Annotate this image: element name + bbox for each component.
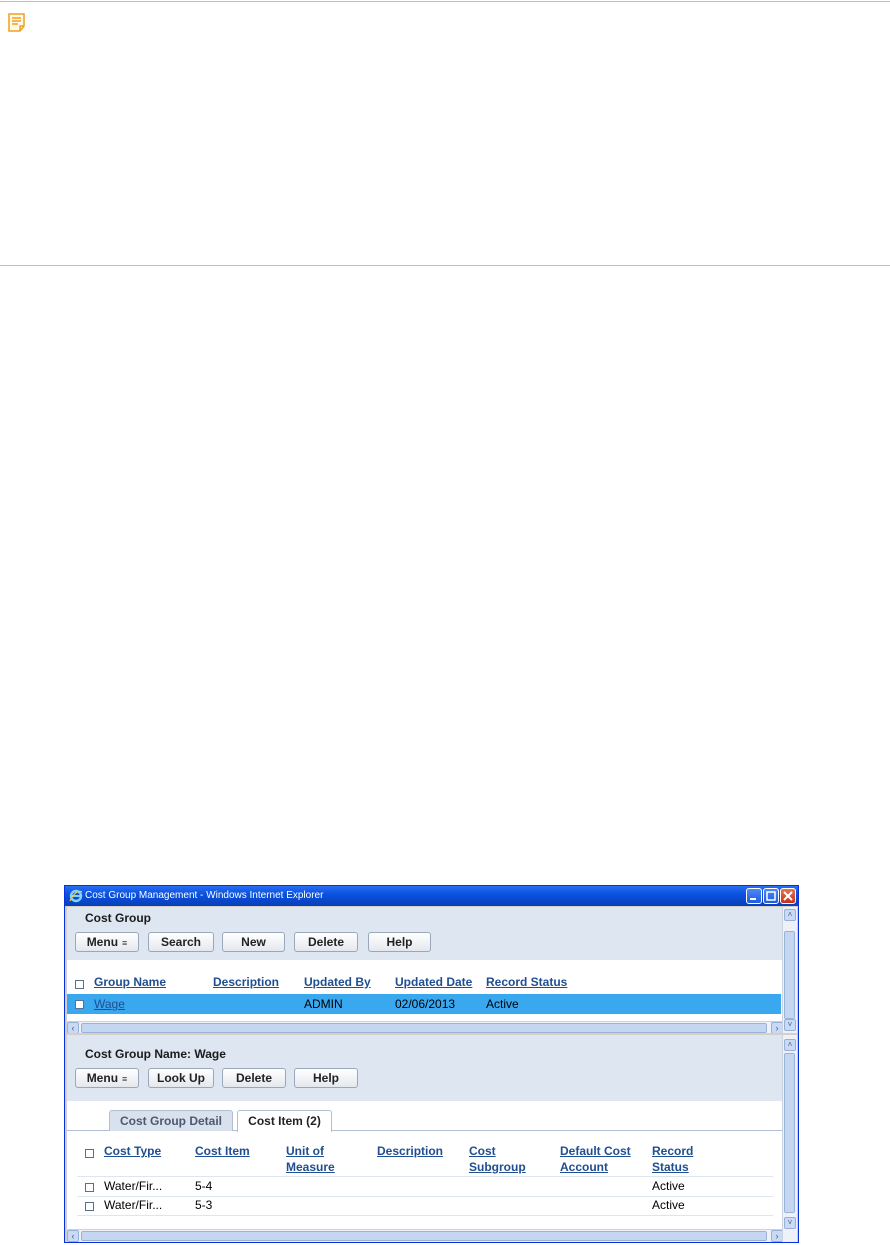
row-checkbox[interactable] — [85, 1183, 94, 1192]
scroll-left-icon[interactable]: ‹ — [67, 1230, 79, 1242]
record-status-cell: Active — [652, 1198, 685, 1212]
detail-header: Cost Group Name: Wage Menu ≡ Look Up Dele… — [67, 1035, 783, 1101]
scroll-up-icon[interactable]: ˄ — [784, 909, 796, 921]
col-unit-of-measure-2[interactable]: Measure — [286, 1160, 335, 1174]
detail-title: Cost Group Name: Wage — [85, 1047, 226, 1061]
row-checkbox[interactable] — [85, 1202, 94, 1211]
minimize-icon[interactable] — [746, 888, 762, 904]
detail-vscrollbar[interactable]: ˄ ˅ — [782, 1035, 797, 1242]
detail-menu-chevron-icon: ≡ — [122, 1074, 128, 1084]
note-bottom-divider — [0, 265, 890, 266]
col-cost-item[interactable]: Cost Item — [195, 1144, 250, 1158]
scroll-up-icon[interactable]: ˄ — [784, 1039, 796, 1051]
scroll-left-icon[interactable]: ‹ — [67, 1022, 79, 1033]
tab-cost-group-detail[interactable]: Cost Group Detail — [109, 1110, 233, 1131]
detail-menu-label: Menu — [86, 1071, 119, 1085]
window-titlebar[interactable]: Cost Group Management - Windows Internet… — [65, 886, 798, 906]
col-default-cost-account-1[interactable]: Default Cost — [560, 1144, 631, 1158]
col-default-cost-account-2[interactable]: Account — [560, 1160, 608, 1174]
table-row[interactable]: Wage ADMIN 02/06/2013 Active — [67, 994, 781, 1014]
ie-logo-icon — [69, 889, 83, 903]
col-description[interactable]: Description — [213, 975, 279, 989]
detail-help-button[interactable]: Help — [294, 1068, 358, 1088]
cost-item-grid: Cost Type Cost Item Unit of Measure Desc… — [77, 1139, 773, 1229]
look-up-button[interactable]: Look Up — [148, 1068, 214, 1088]
cost-group-hscrollbar[interactable]: ‹ › — [67, 1021, 783, 1033]
updated-by-cell: ADMIN — [304, 997, 343, 1011]
tab-cost-item[interactable]: Cost Item (2) — [237, 1110, 332, 1132]
row-divider — [77, 1215, 773, 1216]
col-record-status[interactable]: Record Status — [486, 975, 567, 989]
top-divider — [0, 1, 890, 2]
col-cost-subgroup-1[interactable]: Cost — [469, 1144, 496, 1158]
search-button[interactable]: Search — [148, 932, 214, 952]
table-row[interactable]: Water/Fir... 5-3 Active — [77, 1196, 773, 1215]
new-button[interactable]: New — [222, 932, 285, 952]
cost-group-title: Cost Group — [85, 911, 151, 925]
col-updated-date[interactable]: Updated Date — [395, 975, 472, 989]
delete-button[interactable]: Delete — [294, 932, 358, 952]
col-item-description[interactable]: Description — [377, 1144, 443, 1158]
detail-menu-button[interactable]: Menu ≡ — [75, 1068, 139, 1088]
menu-button[interactable]: Menu ≡ — [75, 932, 139, 952]
col-group-name[interactable]: Group Name — [94, 975, 166, 989]
select-all-checkbox[interactable] — [75, 980, 84, 989]
menu-chevron-icon: ≡ — [122, 938, 128, 948]
detail-delete-button[interactable]: Delete — [222, 1068, 286, 1088]
col-updated-by[interactable]: Updated By — [304, 975, 371, 989]
table-row[interactable]: Water/Fir... 5-4 Active — [77, 1177, 773, 1196]
hscroll-thumb[interactable] — [81, 1231, 767, 1241]
window-title: Cost Group Management - Windows Internet… — [85, 890, 324, 901]
scroll-down-icon[interactable]: ˅ — [784, 1217, 796, 1229]
cost-group-grid: Group Name Description Updated By Update… — [67, 960, 783, 1021]
col-item-record-status-1[interactable]: Record — [652, 1144, 693, 1158]
hscroll-thumb[interactable] — [81, 1023, 767, 1033]
group-name-link[interactable]: Wage — [94, 997, 125, 1011]
maximize-icon[interactable] — [763, 888, 779, 904]
cost-item-cell: 5-3 — [195, 1198, 213, 1212]
cost-type-cell: Water/Fir... — [104, 1198, 163, 1212]
col-cost-type[interactable]: Cost Type — [104, 1144, 161, 1158]
cost-type-cell: Water/Fir... — [104, 1179, 163, 1193]
updated-date-cell: 02/06/2013 — [395, 997, 456, 1011]
col-cost-subgroup-2[interactable]: Subgroup — [469, 1160, 526, 1174]
record-status-cell: Active — [652, 1179, 685, 1193]
scroll-down-icon[interactable]: ˅ — [784, 1019, 796, 1031]
record-status-cell: Active — [486, 997, 519, 1011]
col-unit-of-measure-1[interactable]: Unit of — [286, 1144, 324, 1158]
help-button[interactable]: Help — [368, 932, 431, 952]
cost-group-frame: Cost Group Menu ≡ Search New Delete Help … — [67, 907, 783, 1033]
cost-group-vscrollbar[interactable]: ˄ ˅ — [782, 907, 797, 1033]
cost-group-header: Cost Group Menu ≡ Search New Delete Help — [67, 907, 783, 960]
detail-frame: Cost Group Name: Wage Menu ≡ Look Up Dele… — [67, 1035, 783, 1242]
cost-item-cell: 5-4 — [195, 1179, 213, 1193]
select-all-items-checkbox[interactable] — [85, 1149, 94, 1158]
note-icon — [8, 13, 25, 32]
ie-window: Cost Group Management - Windows Internet… — [64, 885, 799, 1243]
close-icon[interactable] — [780, 888, 796, 904]
col-item-record-status-2[interactable]: Status — [652, 1160, 689, 1174]
menu-button-label: Menu — [86, 935, 119, 949]
row-checkbox[interactable] — [75, 1000, 84, 1009]
vscroll-thumb[interactable] — [784, 931, 795, 1019]
detail-hscrollbar[interactable]: ‹ › — [67, 1229, 783, 1242]
vscroll-thumb[interactable] — [784, 1053, 795, 1213]
